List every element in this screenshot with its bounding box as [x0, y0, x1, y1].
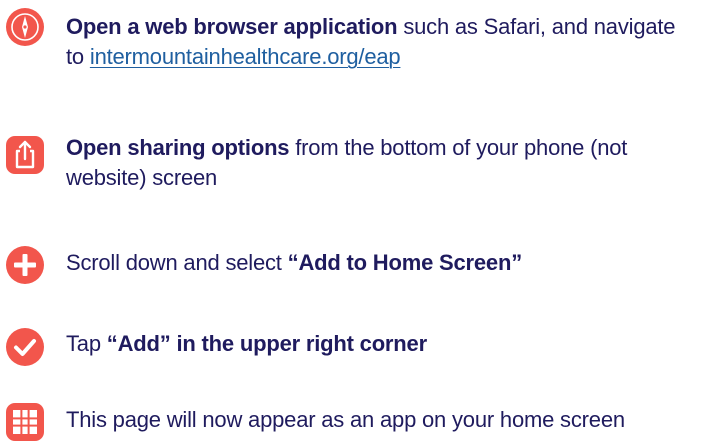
app-grid-icon	[6, 403, 44, 441]
step-bold-text: Open sharing options	[66, 135, 290, 160]
step-text: Tap “Add” in the upper right corner	[66, 329, 693, 359]
step-bold-text: “Add to Home Screen”	[287, 250, 523, 275]
step-bold-text: Open a web browser application	[66, 14, 398, 39]
step-text: This page will now appear as an app on y…	[66, 405, 693, 435]
checkmark-icon	[6, 328, 44, 366]
step-plain-text: This page will now appear as an app on y…	[66, 407, 625, 432]
step-bold-text: “Add” in the upper right corner	[106, 331, 427, 356]
step-plain-text: Tap	[66, 331, 107, 356]
plus-icon	[6, 246, 44, 284]
step-text: Open a web browser application such as S…	[66, 12, 693, 72]
eap-link[interactable]: intermountainhealthcare.org/eap	[90, 44, 401, 69]
step-text: Open sharing options from the bottom of …	[66, 133, 693, 193]
step-text: Scroll down and select “Add to Home Scre…	[66, 248, 693, 278]
compass-icon	[6, 8, 44, 46]
step-plain-text: Scroll down and select	[66, 250, 288, 275]
share-icon	[6, 136, 44, 174]
